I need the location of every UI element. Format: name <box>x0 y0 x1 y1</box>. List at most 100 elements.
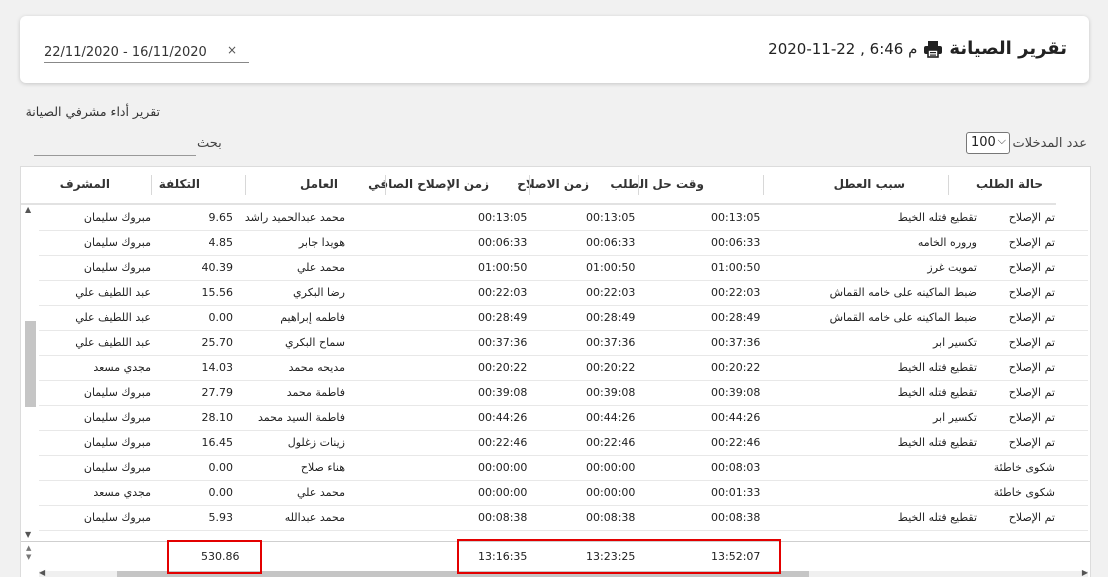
column-divider <box>638 175 639 195</box>
vertical-scrollbar[interactable]: ▲ ▼ <box>23 205 37 539</box>
cell-net-repair-time: 00:08:38 <box>478 511 528 524</box>
page-title: تقرير الصيانة <box>949 38 1067 59</box>
scroll-down-arrow-icon[interactable]: ▼ <box>25 530 31 539</box>
cell-net-repair-time: 01:00:50 <box>478 261 528 274</box>
table-row[interactable]: تم الإصلاح تقطيع فتله الخيط 00:08:38 00:08:… <box>39 505 1088 531</box>
highlight-box-cost-total <box>167 540 262 574</box>
cell-repair-time: 00:28:49 <box>586 311 636 324</box>
col-header-status[interactable]: حالة الطلب <box>976 177 1043 191</box>
table-row[interactable]: تم الإصلاح ضبط الماكينه على خامه القماش 00… <box>39 305 1088 331</box>
table-row[interactable]: تم الإصلاح تقطيع فتله الخيط 00:39:08 00:39:… <box>39 380 1088 406</box>
date-range-picker[interactable]: 22/11/2020 - 16/11/2020 × <box>44 42 249 63</box>
cell-repair-time: 00:44:26 <box>586 411 636 424</box>
cell-worker: هويدا جابر <box>298 236 345 249</box>
column-divider <box>385 175 386 195</box>
cell-net-repair-time: 00:37:36 <box>478 336 528 349</box>
cell-cost: 9.65 <box>208 211 234 224</box>
cell-cause: تقطيع فتله الخيط <box>897 436 977 449</box>
highlight-box-time-totals <box>457 539 781 574</box>
date-range-value: 22/11/2020 - 16/11/2020 <box>44 44 207 60</box>
cell-status: تم الإصلاح <box>1008 211 1055 224</box>
cell-repair-time: 00:22:46 <box>586 436 636 449</box>
table-row[interactable]: تم الإصلاح تمويت غرز 01:00:50 01:00:50 01:00… <box>39 255 1088 281</box>
cell-worker: محمد علي <box>297 486 345 499</box>
cell-status: تم الإصلاح <box>1008 411 1055 424</box>
cell-cause: ضبط الماكينه على خامه القماش <box>829 311 977 324</box>
cell-repair-time: 00:39:08 <box>586 386 636 399</box>
cell-supervisor: مبروك سليمان <box>83 511 151 524</box>
cell-cost: 14.03 <box>201 361 234 374</box>
cell-resolve-time: 00:37:36 <box>711 336 761 349</box>
maintenance-table: حالة الطلب سبب العطل وقت حل الطلب زمن ال… <box>20 166 1091 577</box>
cell-worker: هناء صلاح <box>300 461 345 474</box>
table-row[interactable]: تم الإصلاح تقطيع فتله الخيط 00:22:46 00:22:… <box>39 430 1088 456</box>
table-row[interactable]: تم الإصلاح وروره الخامه 00:06:33 00:06:33 00… <box>39 230 1088 256</box>
col-header-net-repair-time[interactable]: زمن الإصلاح الصافي <box>368 177 489 191</box>
cell-supervisor: مبروك سليمان <box>83 386 151 399</box>
col-header-cause[interactable]: سبب العطل <box>834 177 905 191</box>
cell-cause: تكسير ابر <box>932 336 977 349</box>
cell-supervisor: مبروك سليمان <box>83 211 151 224</box>
cell-net-repair-time: 00:28:49 <box>478 311 528 324</box>
cell-resolve-time: 00:39:08 <box>711 386 761 399</box>
table-row[interactable]: شكوى خاطئة 00:01:33 00:00:00 00:00:00 محمد ع… <box>39 480 1088 506</box>
col-header-supervisor[interactable]: المشرف <box>60 177 110 191</box>
cell-repair-time: 00:08:38 <box>586 511 636 524</box>
column-divider <box>245 175 246 195</box>
entries-per-page-select[interactable]: 100 ⌵ <box>966 132 1010 154</box>
cell-cause: تكسير ابر <box>932 411 977 424</box>
vertical-scroll-thumb[interactable] <box>25 321 36 407</box>
cell-supervisor: مبروك سليمان <box>83 236 151 249</box>
cell-cause: تقطيع فتله الخيط <box>897 211 977 224</box>
cell-status: تم الإصلاح <box>1008 261 1055 274</box>
table-header: حالة الطلب سبب العطل وقت حل الطلب زمن ال… <box>21 167 1056 205</box>
cell-net-repair-time: 00:20:22 <box>478 361 528 374</box>
cell-status: تم الإصلاح <box>1008 336 1055 349</box>
cell-net-repair-time: 00:13:05 <box>478 211 528 224</box>
printer-icon[interactable] <box>923 40 943 58</box>
cell-cause: وروره الخامه <box>917 236 977 249</box>
cell-net-repair-time: 00:39:08 <box>478 386 528 399</box>
cell-worker: محمد عبدالحميد راشد <box>244 211 345 224</box>
cell-status: تم الإصلاح <box>1008 436 1055 449</box>
col-header-resolve-time[interactable]: وقت حل الطلب <box>610 177 704 191</box>
cell-status: تم الإصلاح <box>1008 361 1055 374</box>
column-divider <box>763 175 764 195</box>
report-subtitle: تقرير أداء مشرفي الصيانة <box>25 104 160 119</box>
cell-status: تم الإصلاح <box>1008 386 1055 399</box>
cell-supervisor: مبروك سليمان <box>83 261 151 274</box>
table-row[interactable]: تم الإصلاح تكسير ابر 00:44:26 00:44:26 00:44… <box>39 405 1088 431</box>
cell-status: تم الإصلاح <box>1008 286 1055 299</box>
table-row[interactable]: تم الإصلاح ضبط الماكينه على خامه القماش 00… <box>39 280 1088 306</box>
cell-supervisor: عبد اللطيف علي <box>75 311 151 324</box>
table-row[interactable]: تم الإصلاح تكسير ابر 00:37:36 00:37:36 00:37… <box>39 330 1088 356</box>
table-row[interactable]: تم الإصلاح تقطيع فتله الخيط 00:13:05 00:13:… <box>39 205 1088 231</box>
column-divider <box>948 175 949 195</box>
cell-cost: 0.00 <box>208 461 234 474</box>
footer-spinner-icon: ▲ ▼ <box>26 544 32 561</box>
cell-supervisor: مجدي مسعد <box>93 361 151 374</box>
cell-cause: ضبط الماكينه على خامه القماش <box>829 286 977 299</box>
col-header-cost[interactable]: التكلفة <box>159 177 200 191</box>
cell-worker: فاطمه إبراهيم <box>280 311 345 324</box>
cell-supervisor: مبروك سليمان <box>83 436 151 449</box>
cell-cost: 15.56 <box>201 286 234 299</box>
cell-repair-time: 00:00:00 <box>586 486 636 499</box>
cell-cost: 16.45 <box>201 436 234 449</box>
scroll-up-arrow-icon[interactable]: ▲ <box>25 205 31 214</box>
cell-resolve-time: 00:01:33 <box>711 486 761 499</box>
cell-cost: 4.85 <box>208 236 234 249</box>
cell-supervisor: مبروك سليمان <box>83 461 151 474</box>
cell-cost: 27.79 <box>201 386 234 399</box>
cell-cost: 0.00 <box>208 311 234 324</box>
clear-date-icon[interactable]: × <box>227 43 237 57</box>
col-header-worker[interactable]: العامل <box>300 177 338 191</box>
cell-status: تم الإصلاح <box>1008 511 1055 524</box>
cell-repair-time: 00:22:03 <box>586 286 636 299</box>
search-input[interactable] <box>34 135 196 156</box>
cell-net-repair-time: 00:00:00 <box>478 486 528 499</box>
cell-supervisor: مجدي مسعد <box>93 486 151 499</box>
table-row[interactable]: تم الإصلاح تقطيع فتله الخيط 00:20:22 00:20:… <box>39 355 1088 381</box>
table-row[interactable]: شكوى خاطئة 00:08:03 00:00:00 00:00:00 هناء ص… <box>39 455 1088 481</box>
cell-worker: فاطمة محمد <box>286 386 345 399</box>
